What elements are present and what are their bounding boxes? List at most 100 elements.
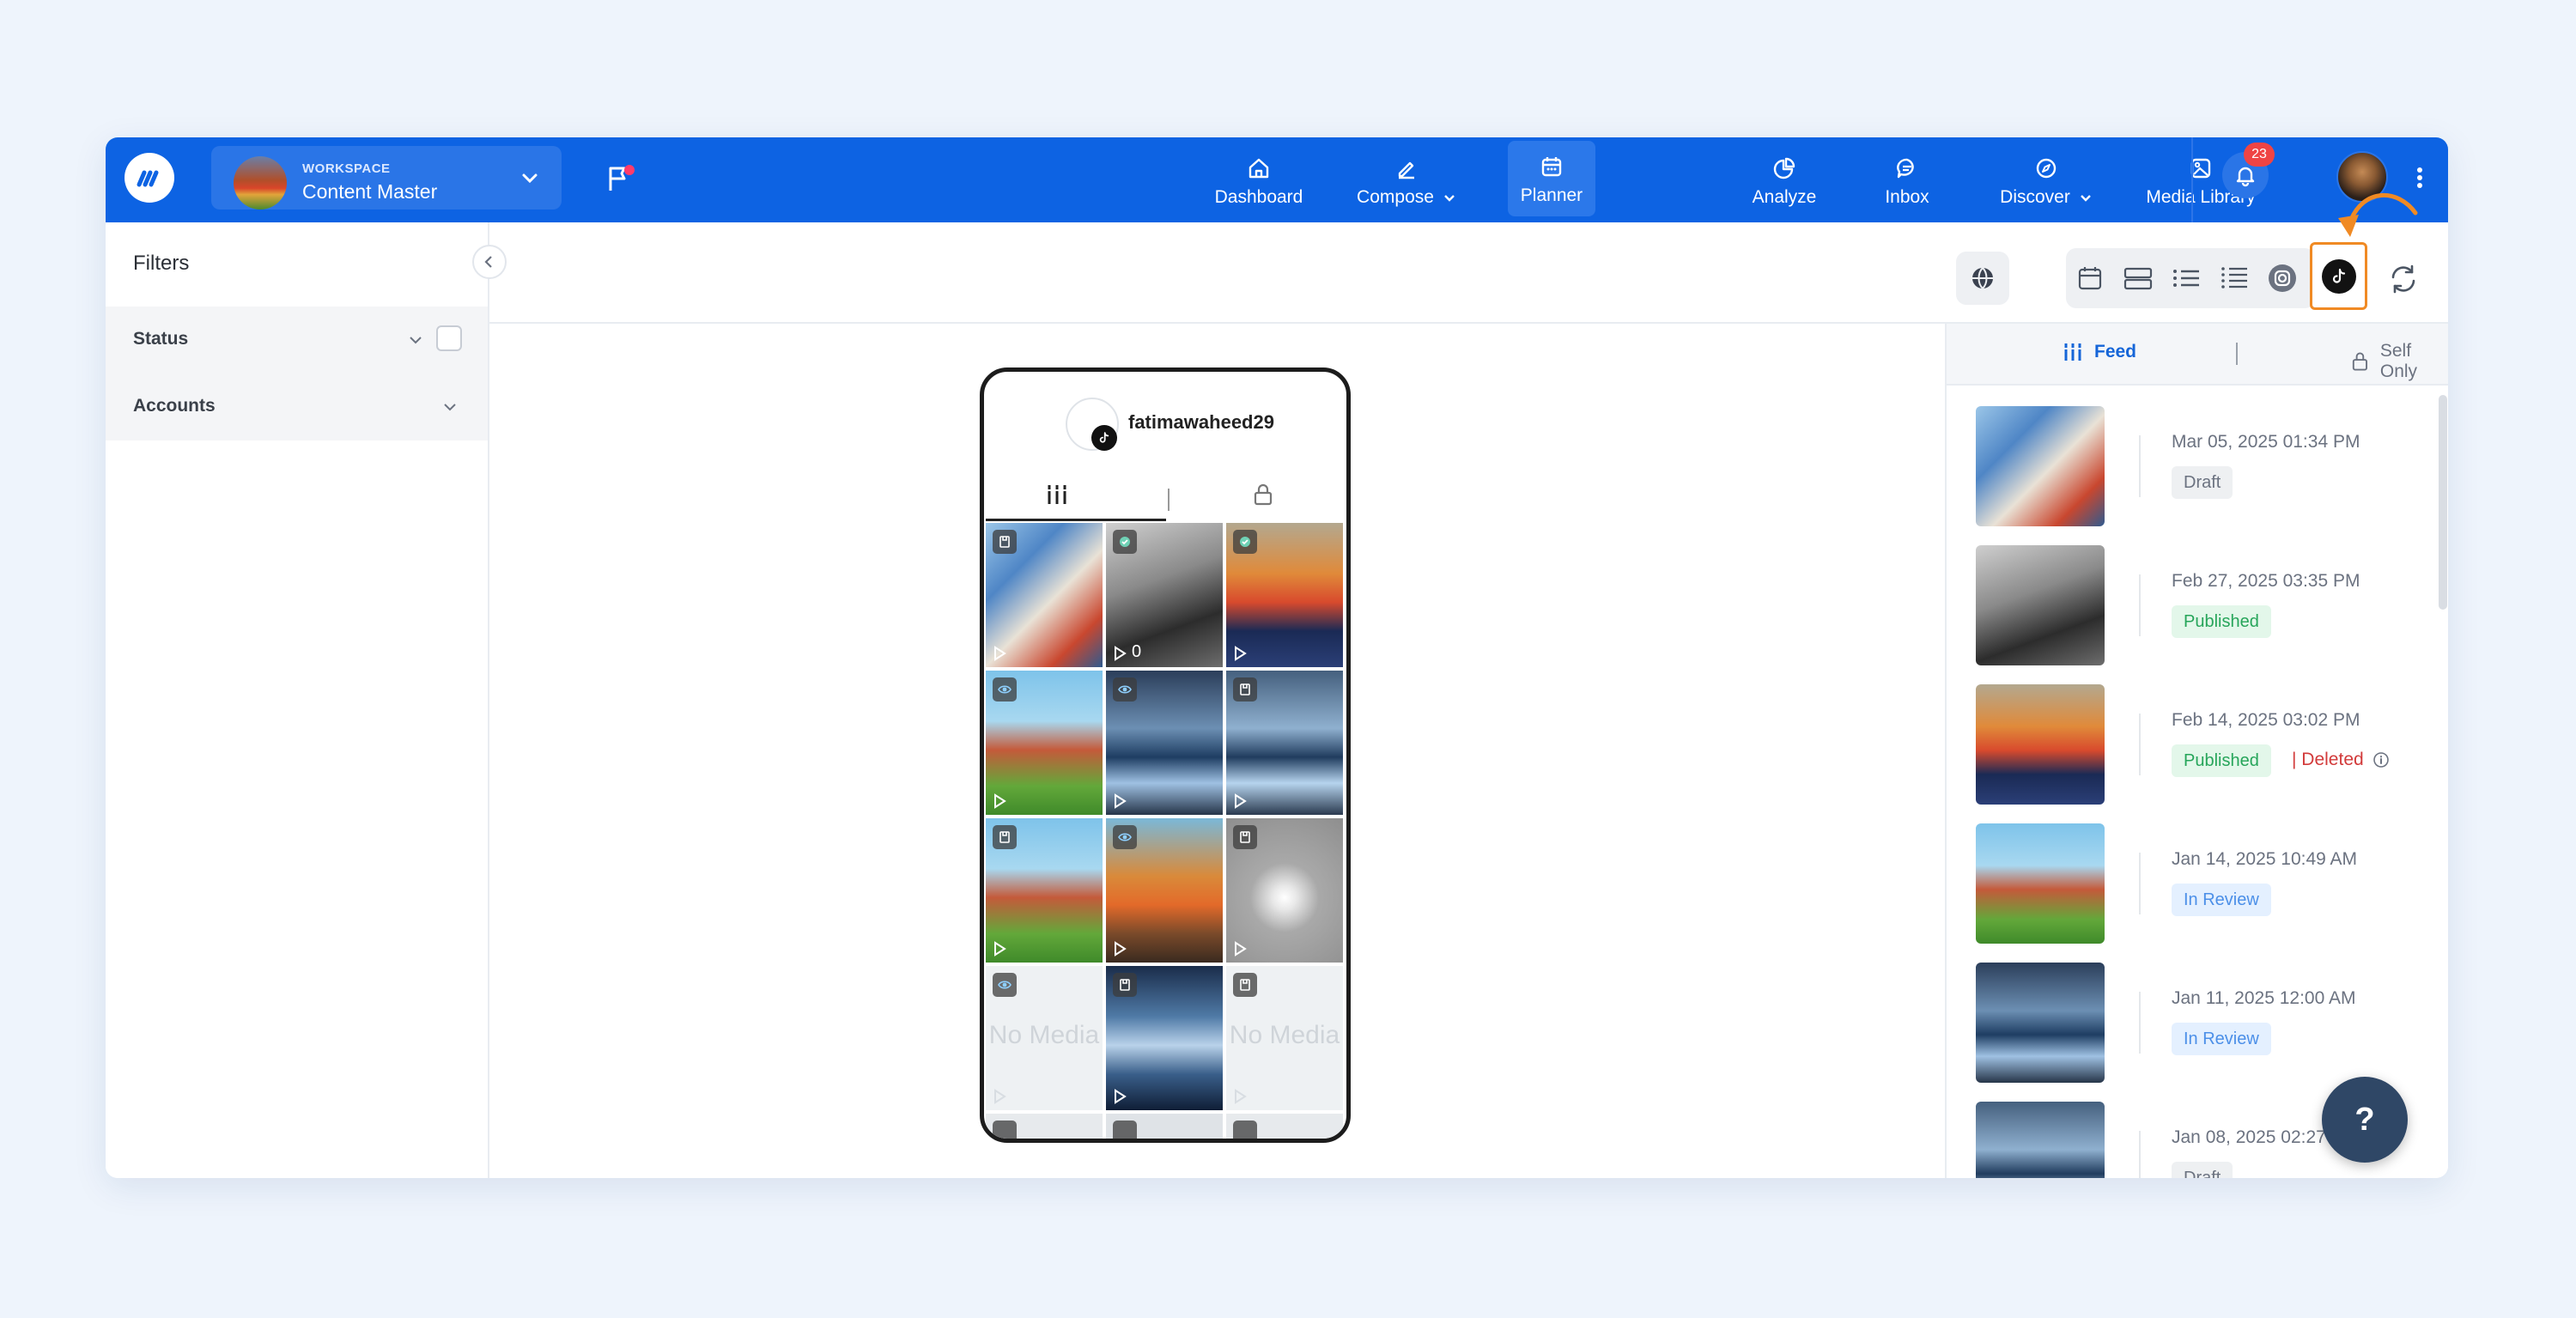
feed-post-item[interactable]: Feb 14, 2025 03:02 PM Published | Delete… [1976,684,2422,805]
check-icon [1233,530,1257,554]
post-date: Mar 05, 2025 01:34 PM [2172,432,2360,452]
post-thumbnail [1976,823,2105,944]
nav-discover[interactable]: Discover [1978,137,2115,222]
logo-icon [137,170,159,187]
flag-icon[interactable] [604,163,635,194]
filter-status-row[interactable]: Status [106,307,488,374]
nav-analyze[interactable]: Analyze [1720,137,1849,222]
calendar-view-button[interactable] [2066,248,2114,308]
notification-count-badge: 23 [2244,143,2275,167]
status-badge: Draft [2172,1162,2233,1178]
save-icon [1233,1121,1257,1139]
compact-list-view-button[interactable] [2210,248,2258,308]
tab-feed[interactable]: Feed [2062,341,2136,363]
play-icon [1235,793,1247,809]
status-checkbox[interactable] [436,325,462,351]
grid-tile[interactable] [1106,966,1223,1110]
filter-label: Accounts [133,396,216,416]
grid-tile[interactable]: 0 [1106,523,1223,667]
grid-tile[interactable] [986,671,1103,815]
play-icon [1115,941,1127,957]
list-view-button[interactable] [2162,248,2210,308]
board-view-button[interactable] [2114,248,2162,308]
grid-tile[interactable] [986,818,1103,963]
grid-tile[interactable] [1226,523,1343,667]
eye-icon [993,973,1017,997]
divider [2139,1131,2141,1178]
collapse-sidebar-button[interactable] [472,245,507,279]
nav-planner[interactable]: Planner [1508,141,1595,216]
post-thumbnail [1976,684,2105,805]
grid-tile[interactable] [1226,671,1343,815]
view-count: 0 [1132,642,1142,661]
nav-label: Inbox [1885,186,1929,207]
nav-dashboard[interactable]: Dashboard [1194,137,1323,222]
status-badge: Draft [2172,466,2233,499]
grid-tile[interactable] [1106,818,1223,963]
grid-tile[interactable] [1226,818,1343,963]
feed-post-item[interactable]: Jan 11, 2025 12:00 AM In Review [1976,963,2422,1083]
grid-tile[interactable] [1226,1114,1343,1139]
play-icon [1115,646,1127,661]
nav-label: Dashboard [1214,186,1303,207]
status-badge: Published [2172,605,2271,638]
planner-toolbar [489,222,2448,324]
feed-scrollbar[interactable] [2439,395,2447,610]
workspace-switcher[interactable]: WORKSPACE Content Master [211,146,562,210]
feed-post-item[interactable]: Jan 14, 2025 10:49 AM In Review 3 [1976,823,2422,944]
grid-tile[interactable] [1106,671,1223,815]
home-icon [1249,158,1269,178]
grid-tile-no-media[interactable]: No Media [1226,966,1343,1110]
divider [2139,714,2141,775]
calendar-view-icon [2078,267,2102,290]
grid-tile[interactable] [986,1114,1103,1139]
compass-icon [2036,158,2057,178]
refresh-icon[interactable] [2386,262,2421,296]
play-icon [1115,793,1127,809]
divider [2139,574,2141,636]
post-thumbnail [1976,545,2105,665]
nav-inbox[interactable]: Inbox [1843,137,1971,222]
grid-tile-no-media[interactable]: No Media [986,966,1103,1110]
nav-compose[interactable]: Compose [1342,137,1471,222]
instagram-grid-icon [2269,264,2296,292]
profile-username: fatimawaheed29 [1128,411,1274,433]
videos-tab-icon[interactable] [1044,482,1070,507]
instagram-grid-view-button[interactable] [2258,248,2306,308]
info-icon[interactable] [2372,751,2390,768]
feed-panel: Feed Self Only Mar 05, 2025 01:34 PM Dra… [1945,324,2448,1178]
grid-tile[interactable] [1106,1114,1223,1139]
help-button[interactable]: ? [2322,1077,2408,1163]
workspace-avatar [234,156,287,210]
post-thumbnail [1976,406,2105,526]
feed-post-item[interactable]: Feb 27, 2025 03:35 PM Published [1976,545,2422,665]
no-media-text: No Media [988,1021,1100,1049]
post-date: Jan 11, 2025 12:00 AM [2172,988,2356,1008]
workspace-name: Content Master [302,180,438,203]
tab-self-only[interactable]: Self Only [2350,341,2448,382]
post-thumbnail [1976,963,2105,1083]
play-icon [994,941,1006,957]
post-thumbnail [1976,1102,2105,1178]
play-icon [1235,646,1247,661]
filter-accounts-row[interactable]: Accounts [106,374,488,440]
app-logo[interactable] [125,153,174,203]
play-icon [994,793,1006,809]
save-icon [993,825,1017,849]
compact-list-view-icon [2221,267,2247,289]
check-icon [1113,530,1137,554]
tiktok-phone-preview: fatimawaheed29 0 No Media No Media [980,367,1351,1143]
status-badge: Published [2172,744,2271,777]
eye-icon [1113,677,1137,702]
timezone-button[interactable] [1956,252,2009,305]
feed-post-item[interactable]: Mar 05, 2025 01:34 PM Draft [1976,406,2422,526]
nav-label: Compose [1357,186,1434,207]
sidebar-title: Filters [133,252,190,275]
more-vertical-icon[interactable] [2415,166,2424,190]
grid-tile[interactable] [986,523,1103,667]
play-icon [1235,941,1247,957]
lock-icon[interactable] [1250,482,1276,507]
app-window: WORKSPACE Content Master Dashboard Compo… [106,137,2448,1178]
tiktok-grid-view-button[interactable] [2310,242,2367,310]
nav-label: Discover [2000,186,2070,207]
